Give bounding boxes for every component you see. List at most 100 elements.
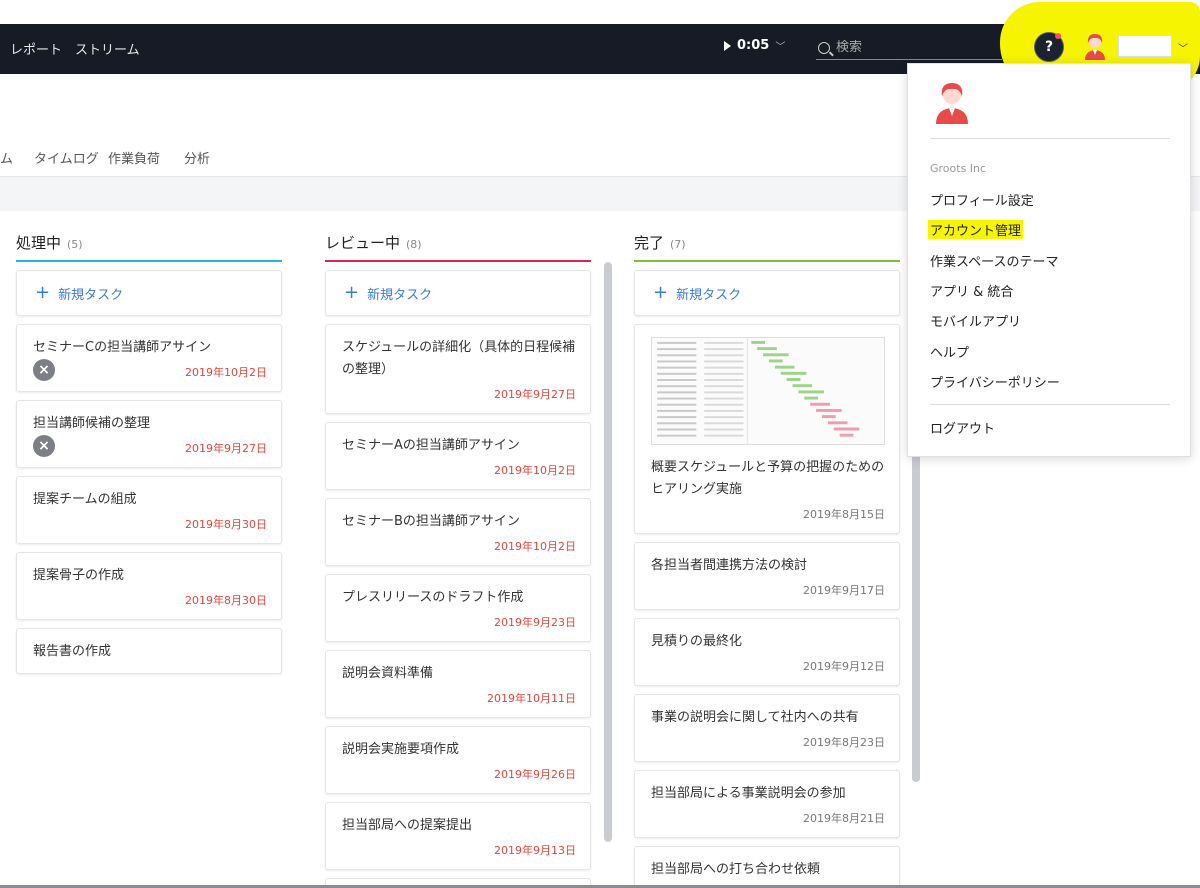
task-title: プレスリリースのドラフト作成 — [342, 590, 524, 605]
task-title: セミナーAの担当講師アサイン — [342, 438, 520, 453]
task-card[interactable]: セミナーAの担当講師アサイン 2019年10月2日 — [325, 422, 591, 490]
chevron-down-icon[interactable]: ﹀ — [1178, 40, 1188, 55]
task-card[interactable]: 事業の説明会に関して社内への共有 2019年8月23日 — [634, 694, 900, 762]
task-due-date: 2019年8月30日 — [185, 594, 267, 607]
task-footer: 2019年8月21日 — [651, 809, 885, 827]
timer-control[interactable]: 0:05 ﹀ — [724, 38, 785, 53]
search-box — [816, 36, 1002, 60]
task-card[interactable]: プレスリリースのドラフト作成 2019年9月23日 — [325, 574, 591, 642]
task-due-date: 2019年9月23日 — [494, 616, 576, 629]
user-name-box[interactable] — [1118, 35, 1172, 57]
task-card[interactable]: 提案チームの組成 2019年8月30日 — [16, 476, 282, 544]
task-footer: 2019年9月12日 — [651, 657, 885, 675]
task-title: 報告書の作成 — [33, 644, 112, 659]
task-card[interactable]: 概要スケジュールと予算の把握のためのヒアリング実施 2019年8月15日 — [634, 324, 900, 534]
task-card[interactable]: 担当部局への打ち合わせ依頼2019年8月13日 — [634, 846, 900, 888]
nav-link-reports[interactable]: レポート — [10, 39, 62, 58]
column-header: 処理中 (5) — [16, 226, 284, 262]
notification-dot — [1055, 33, 1061, 39]
task-title: スケジュールの詳細化（具体的日程候補の整理） — [342, 340, 576, 377]
column-header: 完了 (7) — [634, 226, 902, 262]
task-footer: 2019年9月13日 — [342, 841, 576, 859]
menu-divider — [930, 138, 1170, 139]
new-task-label: 新規タスク — [58, 287, 124, 303]
play-icon — [724, 40, 731, 51]
chevron-down-icon: ﹀ — [775, 42, 786, 53]
task-due-date: 2019年9月27日 — [185, 442, 267, 455]
column-scrollbar[interactable] — [604, 262, 612, 842]
task-card[interactable]: 見積りの最終化 2019年9月12日 — [634, 618, 900, 686]
gantt-thumbnail-image — [651, 337, 885, 445]
menu-item[interactable]: ヘルプ — [930, 342, 969, 361]
task-footer: 2019年10月2日 — [342, 537, 576, 555]
task-title: 提案骨子の作成 — [33, 568, 125, 583]
column-accent-line — [16, 260, 282, 262]
menu-item[interactable]: モバイルアプリ — [930, 311, 1021, 330]
column-title: 完了 (7) — [634, 232, 686, 253]
task-card[interactable]: 報告書の作成 — [16, 628, 282, 674]
task-title: 各担当者間連携方法の検討 — [651, 558, 808, 573]
task-card[interactable]: セミナーCの担当講師アサイン × 2019年10月2日 — [16, 324, 282, 392]
task-card[interactable]: 提案骨子の作成 2019年8月30日 — [16, 552, 282, 620]
user-menu-dropdown: Groots Inc プロフィール設定 アカウント管理 作業スペースのテーマ アプリ … — [907, 63, 1191, 457]
task-card[interactable]: 説明会資料準備 2019年10月11日 — [325, 650, 591, 718]
task-footer: 2019年10月11日 — [342, 689, 576, 707]
task-title: 説明会実施要項作成 — [342, 742, 460, 757]
plus-icon: + — [653, 282, 669, 303]
task-due-date: 2019年8月30日 — [185, 518, 267, 531]
column-count: (5) — [67, 238, 83, 251]
task-card[interactable]: 担当講師候補の整理 × 2019年9月27日 — [16, 400, 282, 468]
tab-workload[interactable]: 作業負荷 — [108, 148, 160, 167]
column-count: (8) — [406, 238, 422, 251]
task-due-date: 2019年8月21日 — [803, 812, 885, 825]
tab-timelog[interactable]: タイムログ — [34, 148, 99, 167]
task-title: 担当部局による事業説明会の参加 — [651, 786, 846, 801]
menu-item-logout[interactable]: ログアウト — [930, 418, 995, 437]
tab-stream[interactable]: ム — [0, 148, 13, 167]
new-task-button[interactable]: + 新規タスク — [634, 270, 900, 316]
user-avatar-icon[interactable] — [1082, 32, 1108, 60]
menu-item[interactable]: アカウント管理 — [928, 220, 1024, 240]
new-task-label: 新規タスク — [676, 287, 742, 303]
task-footer: 2019年8月23日 — [651, 733, 885, 751]
tab-analytics[interactable]: 分析 — [184, 148, 210, 167]
search-input[interactable] — [836, 40, 986, 55]
new-task-button[interactable]: + 新規タスク — [16, 270, 282, 316]
new-task-button[interactable]: + 新規タスク — [325, 270, 591, 316]
task-card[interactable]: セミナーBの担当講師アサイン 2019年10月2日 — [325, 498, 591, 566]
task-card[interactable]: 担当部局による事業説明会の参加 2019年8月21日 — [634, 770, 900, 838]
menu-item[interactable]: プライバシーポリシー — [930, 372, 1060, 391]
task-title: 提案チームの組成 — [33, 492, 137, 507]
task-due-date: 2019年8月23日 — [803, 736, 885, 749]
task-title: 担当部局への提案提出 — [342, 818, 473, 833]
menu-item[interactable]: アプリ & 統合 — [930, 281, 1013, 300]
task-due-date: 2019年9月12日 — [803, 660, 885, 673]
nav-link-stream[interactable]: ストリーム — [75, 39, 140, 58]
task-title: 担当講師候補の整理 — [33, 416, 151, 431]
plus-icon: + — [35, 282, 51, 303]
task-card[interactable]: 担当部局への提案提出 2019年9月13日 — [325, 802, 591, 870]
task-due-date: 2019年8月15日 — [803, 508, 885, 521]
menu-item[interactable]: プロフィール設定 — [930, 190, 1034, 209]
column-title-text: 処理中 — [16, 234, 62, 252]
x-circle-icon[interactable]: × — [33, 359, 55, 381]
task-footer: 2019年9月26日 — [342, 765, 576, 783]
menu-item[interactable]: 作業スペースのテーマ — [930, 251, 1058, 270]
column-title: レビュー中 (8) — [325, 232, 422, 253]
task-footer: 2019年8月30日 — [33, 515, 267, 533]
task-card[interactable]: 各担当者間連携方法の検討 2019年9月17日 — [634, 542, 900, 610]
task-card[interactable]: 説明会実施要項作成 2019年9月26日 — [325, 726, 591, 794]
task-card[interactable]: スケジュールの詳細化（具体的日程候補の整理） 2019年9月27日 — [325, 324, 591, 414]
kanban-column: レビュー中 (8) + 新規タスクスケジュールの詳細化（具体的日程候補の整理） 2019… — [325, 226, 593, 888]
task-due-date: 2019年10月2日 — [185, 366, 267, 379]
task-footer: 2019年10月2日 — [342, 461, 576, 479]
task-due-date: 2019年9月27日 — [494, 388, 576, 401]
task-due-date: 2019年10月2日 — [494, 464, 576, 477]
column-header: レビュー中 (8) — [325, 226, 593, 262]
kanban-column: 完了 (7) + 新規タスク概要スケジュールと予算の把握のためのヒアリング実施 2019… — [634, 226, 902, 888]
new-task-label: 新規タスク — [367, 287, 433, 303]
plus-icon: + — [344, 282, 360, 303]
column-accent-line — [325, 260, 591, 262]
profile-avatar-icon — [936, 83, 968, 124]
x-circle-icon[interactable]: × — [33, 435, 55, 457]
